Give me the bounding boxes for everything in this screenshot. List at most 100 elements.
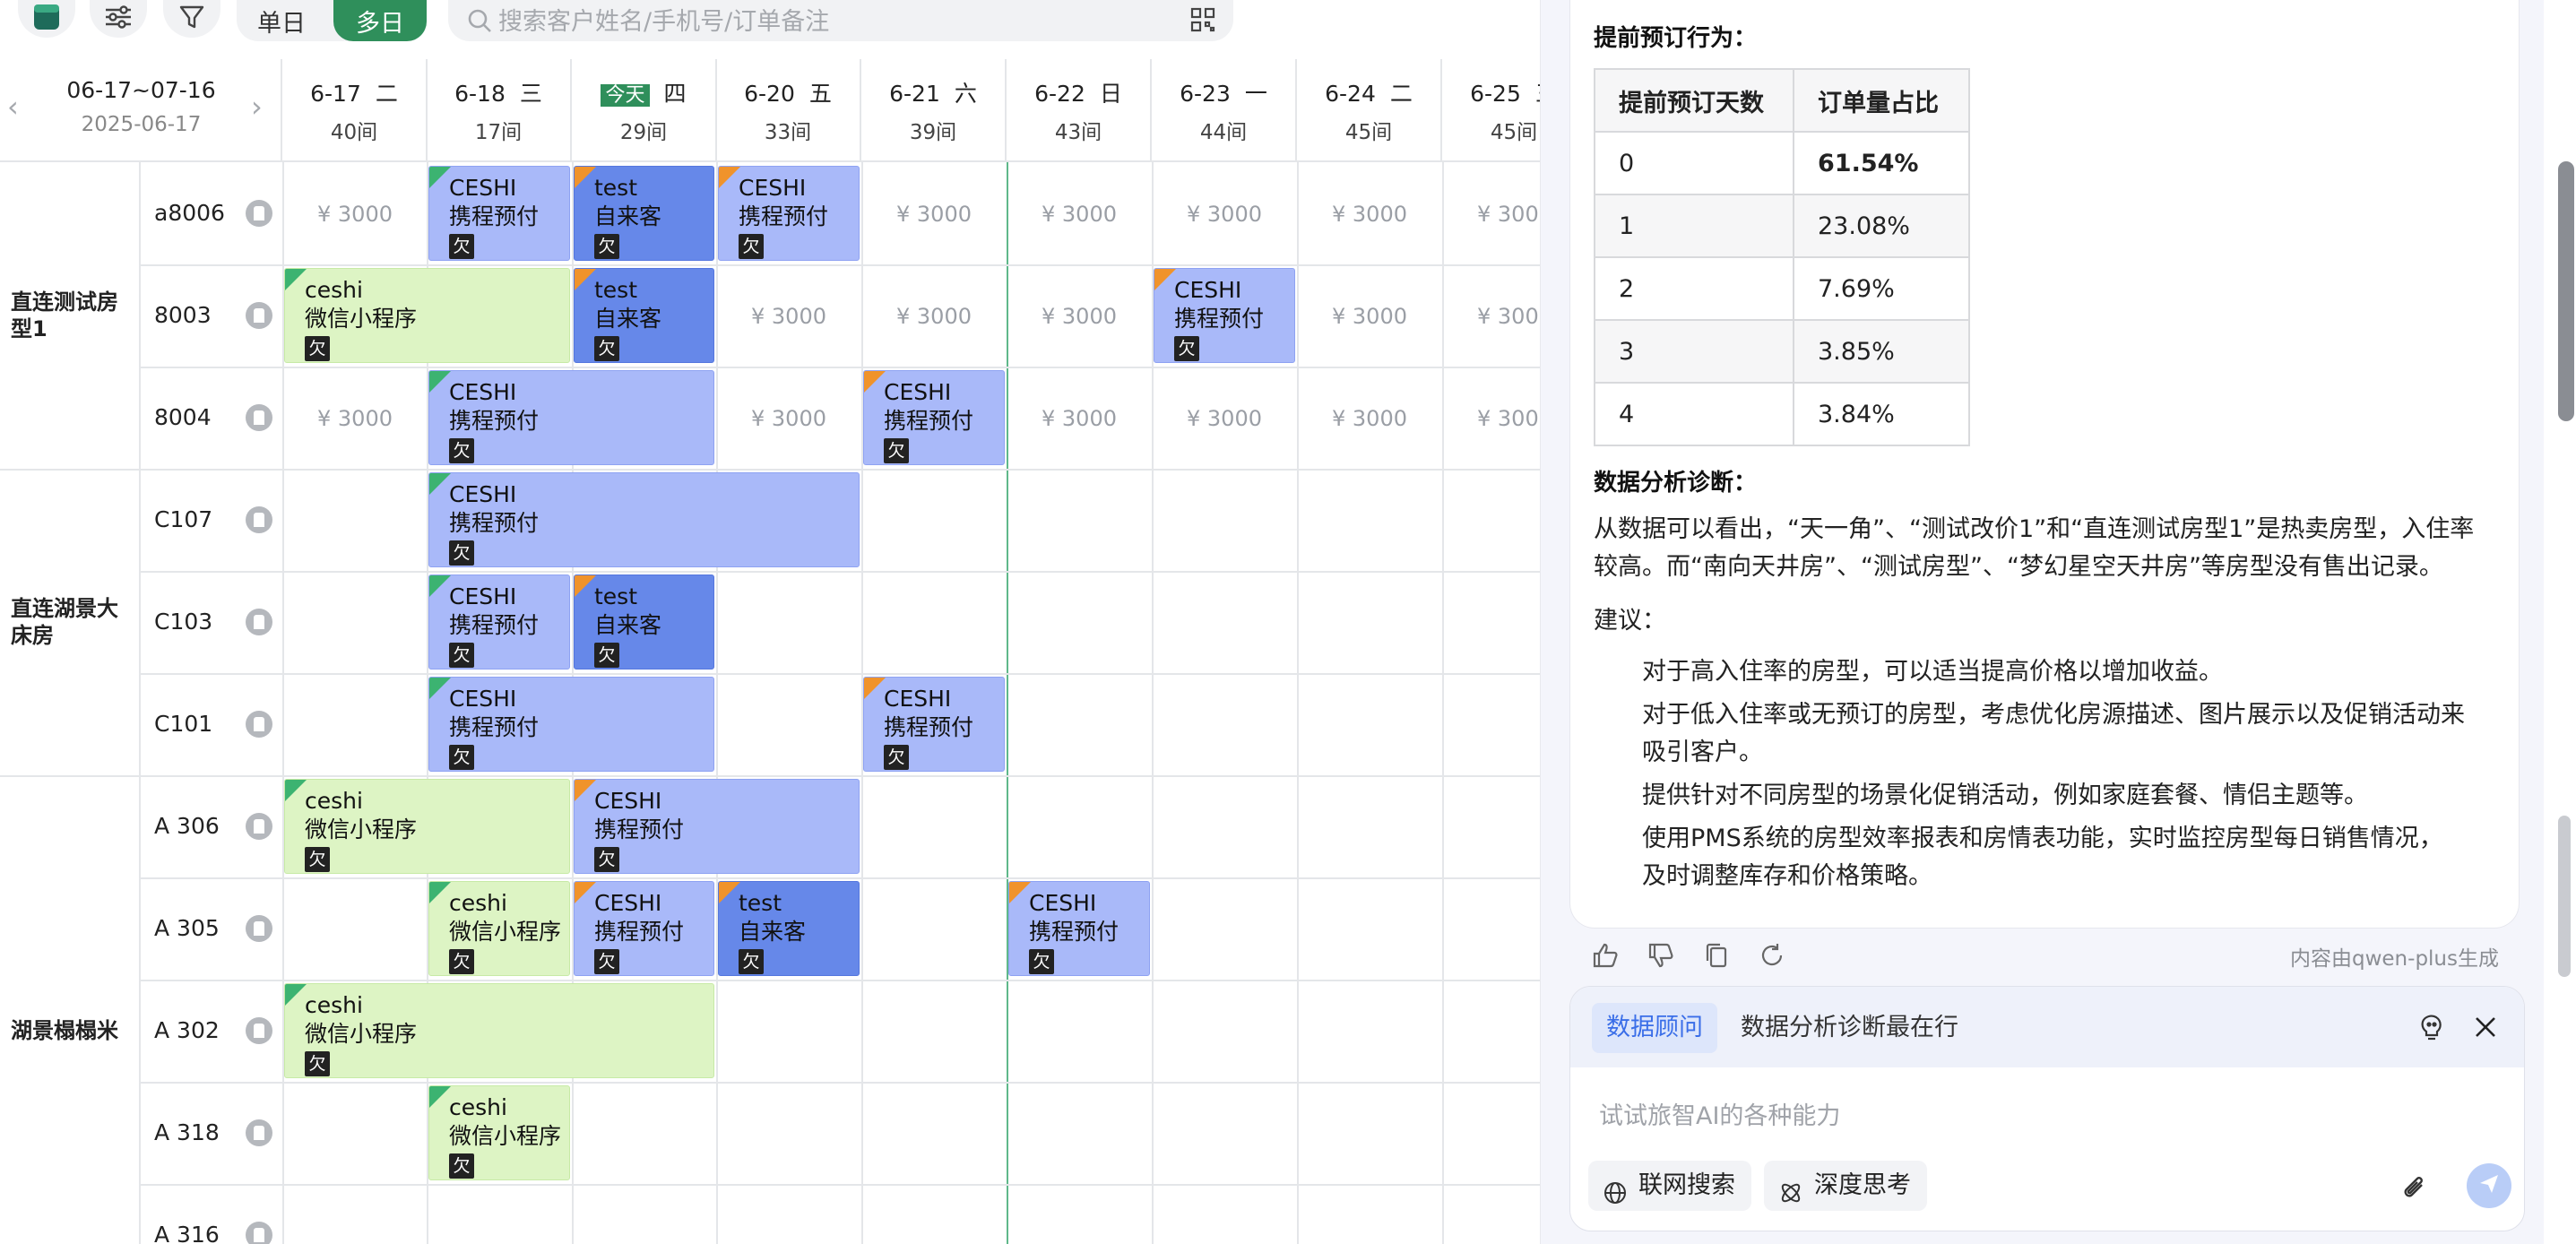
clean-status-icon[interactable]	[246, 711, 272, 738]
room-price[interactable]: ¥ 3000	[861, 202, 1007, 227]
clean-status-icon[interactable]	[246, 609, 272, 635]
clean-status-icon[interactable]	[246, 1222, 272, 1244]
mode-data-advisor[interactable]: 数据顾问	[1592, 1003, 1717, 1053]
clean-status-icon[interactable]	[246, 506, 272, 533]
room-price[interactable]: ¥ 3000	[1297, 304, 1442, 329]
room-number[interactable]: A 305	[154, 915, 220, 941]
copy-icon[interactable]	[1702, 941, 1731, 972]
panel-scrollbar[interactable]	[2544, 0, 2576, 1244]
room-number[interactable]: C103	[154, 609, 212, 635]
view-multi-day[interactable]: 多日	[333, 0, 427, 41]
room-price[interactable]: ¥ 3000	[282, 202, 428, 227]
day-column-header[interactable]: 6-17 二 40间	[282, 59, 428, 162]
day-column-header[interactable]: 6-24 二 45间	[1297, 59, 1442, 162]
room-price[interactable]: ¥ 3000	[1152, 202, 1297, 227]
web-search-toggle[interactable]: 联网搜索	[1588, 1161, 1751, 1211]
day-column-header[interactable]: 6-22 日 43间	[1007, 59, 1152, 162]
close-icon[interactable]	[2472, 1014, 2499, 1044]
room-price[interactable]: ¥ 3000	[1442, 304, 1542, 329]
deep-think-toggle[interactable]: 深度思考	[1764, 1161, 1927, 1211]
table-row: 1 23.08%	[1594, 194, 1970, 258]
room-price[interactable]: ¥ 3000	[1442, 202, 1542, 227]
date-range[interactable]: 06-17~07-16	[0, 77, 282, 103]
room-price[interactable]: ¥ 3000	[1297, 406, 1442, 431]
room-type-label: 直连湖景大床房	[11, 596, 118, 648]
clean-status-icon[interactable]	[246, 302, 272, 329]
day-column-header[interactable]: 6-21 六 39间	[861, 59, 1007, 162]
booking-block[interactable]: CESHI 携程预付欠	[428, 574, 570, 670]
room-number[interactable]: A 306	[154, 813, 220, 839]
booking-block[interactable]: ceshi 微信小程序欠	[428, 1085, 570, 1180]
room-number[interactable]: A 316	[154, 1222, 220, 1244]
room-price[interactable]: ¥ 3000	[716, 406, 861, 431]
booking-block[interactable]: CESHI 携程预付欠	[863, 370, 1005, 465]
room-number[interactable]: a8006	[154, 200, 225, 226]
search-input[interactable]: 搜索客户姓名/手机号/订单备注	[448, 0, 1233, 41]
booking-block[interactable]: CESHI 携程预付欠	[574, 881, 714, 976]
room-price[interactable]: ¥ 3000	[1007, 406, 1152, 431]
room-number[interactable]: 8004	[154, 404, 212, 430]
day-date: 6-21 六	[861, 76, 1005, 108]
room-price[interactable]: ¥ 3000	[861, 304, 1007, 329]
booking-block[interactable]: test 自来客欠	[574, 574, 714, 670]
booking-block[interactable]: CESHI 携程预付欠	[1154, 268, 1295, 363]
room-number[interactable]: A 318	[154, 1119, 220, 1145]
available-rooms-count: 29间	[619, 121, 668, 144]
room-price[interactable]: ¥ 3000	[1442, 406, 1542, 431]
room-price[interactable]: ¥ 3000	[1007, 304, 1152, 329]
room-price[interactable]: ¥ 3000	[1007, 202, 1152, 227]
view-single-day[interactable]: 单日	[237, 0, 326, 41]
bulb-icon[interactable]	[2416, 1012, 2447, 1046]
booking-block[interactable]: test 自来客欠	[574, 166, 714, 261]
room-price[interactable]: ¥ 3000	[716, 304, 861, 329]
room-number[interactable]: 8003	[154, 302, 212, 328]
thumbs-down-icon[interactable]	[1647, 941, 1675, 972]
clean-status-icon[interactable]	[246, 1119, 272, 1146]
room-price[interactable]: ¥ 3000	[1297, 202, 1442, 227]
attach-icon[interactable]	[2399, 1171, 2429, 1205]
weekday-label: 五	[808, 81, 832, 107]
day-column-header[interactable]: 6-18 三 17间	[427, 59, 572, 162]
room-number[interactable]: C107	[154, 506, 212, 532]
date-label: 6-18	[454, 81, 506, 107]
clean-status-icon[interactable]	[246, 813, 272, 840]
day-column-header[interactable]: 今天四 29间	[572, 59, 717, 162]
scrollbar-thumb[interactable]	[2558, 816, 2571, 977]
regenerate-icon[interactable]	[1758, 941, 1786, 972]
day-column-header[interactable]: 6-23 一 44间	[1152, 59, 1297, 162]
booking-block[interactable]: CESHI 携程预付欠	[1008, 881, 1150, 976]
filter-button[interactable]	[163, 0, 220, 38]
chat-input[interactable]: 试试旅智AI的各种能力	[1599, 1096, 1840, 1131]
table-cell: 4	[1594, 382, 1794, 446]
booking-block[interactable]: CESHI 携程预付欠	[428, 166, 570, 261]
booking-block[interactable]: ceshi 微信小程序欠	[284, 983, 714, 1078]
room-price[interactable]: ¥ 3000	[1152, 406, 1297, 431]
next-range-icon[interactable]: ›	[251, 90, 263, 124]
clean-status-icon[interactable]	[246, 1017, 272, 1044]
qr-scan-icon[interactable]	[1189, 5, 1217, 38]
booking-block[interactable]: ceshi 微信小程序欠	[284, 779, 570, 874]
booking-block[interactable]: CESHI 携程预付欠	[863, 677, 1005, 772]
booking-block[interactable]: ceshi 微信小程序欠	[428, 881, 570, 976]
room-price[interactable]: ¥ 3000	[282, 406, 428, 431]
booking-block[interactable]: test 自来客欠	[574, 268, 714, 363]
room-status-button[interactable]	[18, 0, 75, 38]
settings-button[interactable]	[90, 0, 147, 38]
scrollbar-thumb[interactable]	[2558, 161, 2574, 421]
booking-channel-tag	[1154, 269, 1176, 290]
booking-block[interactable]: CESHI 携程预付欠	[428, 472, 860, 567]
day-column-header[interactable]: 6-20 五 33间	[716, 59, 861, 162]
booking-block[interactable]: test 自来客欠	[718, 881, 860, 976]
booking-block[interactable]: CESHI 携程预付欠	[574, 779, 860, 874]
room-number[interactable]: A 302	[154, 1017, 220, 1043]
clean-status-icon[interactable]	[246, 404, 272, 431]
send-button[interactable]	[2467, 1163, 2511, 1208]
clean-status-icon[interactable]	[246, 915, 272, 942]
clean-status-icon[interactable]	[246, 200, 272, 227]
booking-block[interactable]: ceshi 微信小程序欠	[284, 268, 570, 363]
booking-block[interactable]: CESHI 携程预付欠	[428, 370, 714, 465]
booking-block[interactable]: CESHI 携程预付欠	[428, 677, 714, 772]
room-number[interactable]: C101	[154, 711, 212, 737]
thumbs-up-icon[interactable]	[1591, 941, 1620, 972]
booking-block[interactable]: CESHI 携程预付欠	[718, 166, 860, 261]
